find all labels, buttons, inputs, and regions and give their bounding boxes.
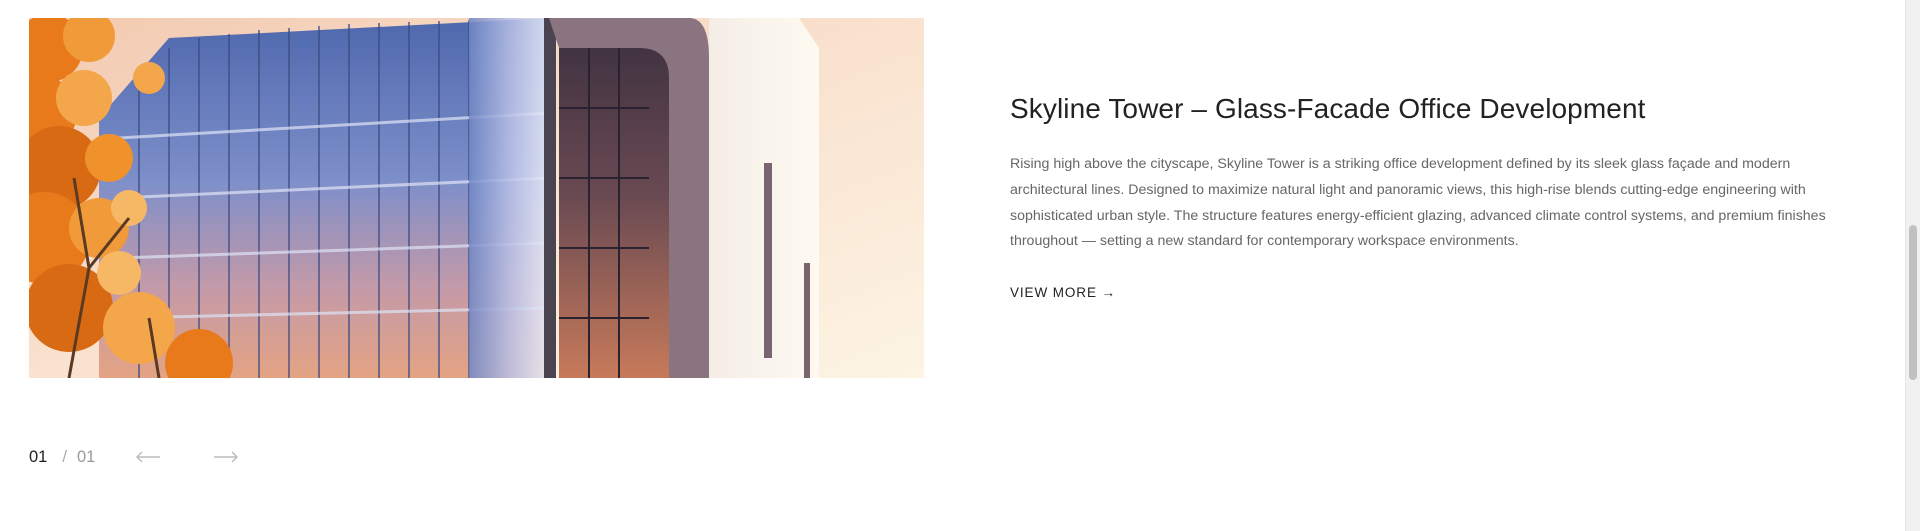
slider-pager: 01 / 01 bbox=[29, 444, 241, 470]
page-scrollbar[interactable] bbox=[1905, 0, 1920, 531]
next-slide-button[interactable] bbox=[211, 444, 241, 470]
view-more-link[interactable]: VIEW MORE → bbox=[1010, 285, 1116, 300]
arrow-left-icon bbox=[136, 451, 161, 463]
current-slide-number: 01 bbox=[29, 447, 48, 466]
project-image bbox=[29, 18, 924, 378]
total-slides-number: 01 bbox=[76, 447, 96, 466]
scrollbar-thumb[interactable] bbox=[1909, 225, 1917, 380]
arrow-right-icon bbox=[214, 451, 239, 463]
glass-tower-illustration bbox=[29, 18, 924, 378]
project-details: Skyline Tower – Glass-Facade Office Deve… bbox=[1010, 90, 1850, 302]
project-description: Rising high above the cityscape, Skyline… bbox=[1010, 156, 1826, 250]
pager-separator: / bbox=[62, 447, 67, 466]
prev-slide-button[interactable] bbox=[133, 444, 163, 470]
project-title: Skyline Tower – Glass-Facade Office Deve… bbox=[1010, 93, 1646, 124]
